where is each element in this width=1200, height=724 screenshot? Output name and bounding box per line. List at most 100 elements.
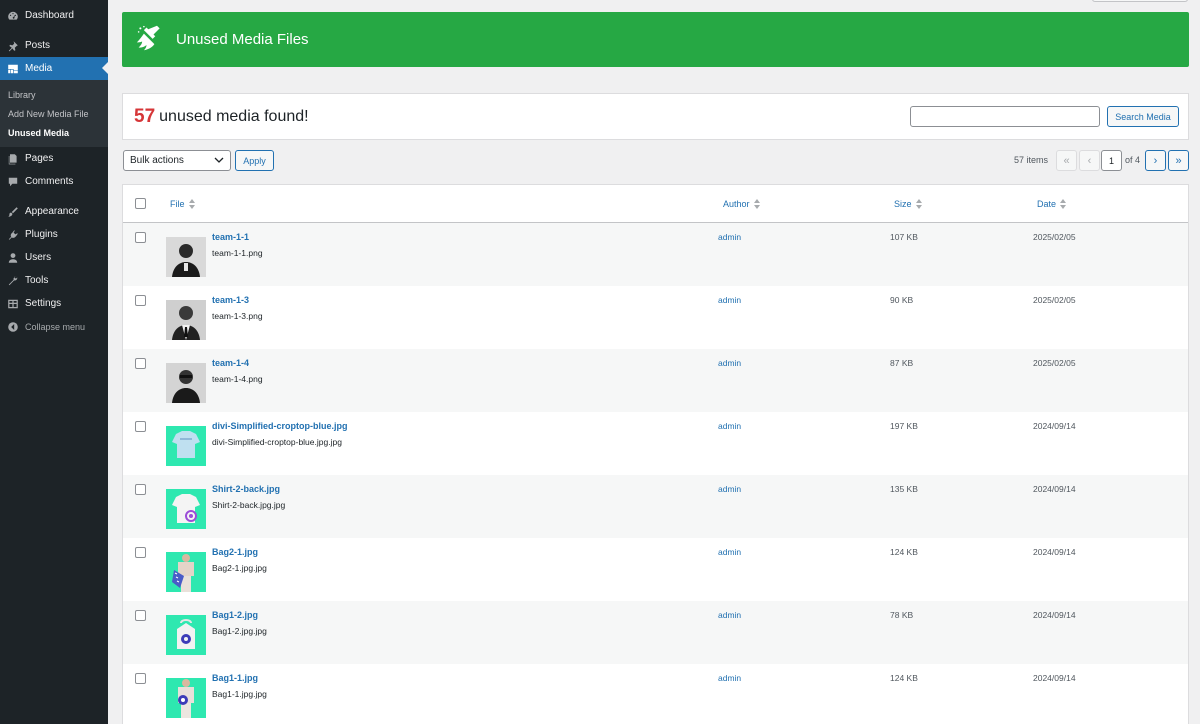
row-checkbox[interactable]	[135, 232, 146, 243]
author-link[interactable]: admin	[718, 610, 741, 620]
column-author[interactable]: Author	[723, 199, 760, 209]
file-date: 2024/09/14	[1033, 421, 1076, 431]
sidebar-item-label: Appearance	[25, 206, 79, 217]
row-checkbox[interactable]	[135, 547, 146, 558]
file-date: 2024/09/14	[1033, 484, 1076, 494]
author-link[interactable]: admin	[718, 484, 741, 494]
row-checkbox[interactable]	[135, 421, 146, 432]
table-row: Bag2-1.jpg Bag2-1.jpg.jpg admin 124 KB 2…	[123, 538, 1188, 601]
submenu-item-library[interactable]: Library	[8, 90, 36, 100]
pin-icon	[6, 39, 20, 53]
thumbnail-croptop[interactable]	[166, 426, 206, 466]
search-media-button[interactable]: Search Media	[1107, 106, 1179, 127]
first-page-button: «	[1056, 150, 1077, 171]
sidebar-item-plugins[interactable]: Plugins	[0, 223, 108, 246]
file-date: 2025/02/05	[1033, 295, 1076, 305]
file-name: team-1-4.png	[212, 374, 263, 384]
author-link[interactable]: admin	[718, 232, 741, 242]
file-date: 2025/02/05	[1033, 232, 1076, 242]
column-file[interactable]: File	[170, 199, 195, 209]
file-size: 87 KB	[890, 358, 914, 368]
next-page-button[interactable]: ›	[1145, 150, 1166, 171]
sidebar-item-pages[interactable]: Pages	[0, 147, 108, 170]
author-link[interactable]: admin	[718, 547, 741, 557]
table-row: Bag1-2.jpg Bag1-2.jpg.jpg admin 78 KB 20…	[123, 601, 1188, 664]
sidebar-item-dashboard[interactable]: Dashboard	[0, 4, 108, 27]
collapse-icon	[6, 320, 20, 334]
file-title-link[interactable]: team-1-1	[212, 232, 249, 242]
row-checkbox[interactable]	[135, 295, 146, 306]
apply-button[interactable]: Apply	[235, 150, 274, 171]
column-date-label: Date	[1037, 199, 1057, 209]
sort-icon	[753, 199, 760, 209]
column-size[interactable]: Size	[894, 199, 922, 209]
author-link[interactable]: admin	[718, 358, 741, 368]
thumbnail-shirt[interactable]	[166, 489, 206, 529]
row-checkbox[interactable]	[135, 610, 146, 621]
file-name: Bag2-1.jpg.jpg	[212, 563, 267, 573]
file-title-link[interactable]: Bag2-1.jpg	[212, 547, 258, 557]
sidebar-item-appearance[interactable]: Appearance	[0, 200, 108, 223]
sort-icon	[1060, 199, 1067, 209]
table-row: Shirt-2-back.jpg Shirt-2-back.jpg.jpg ad…	[123, 475, 1188, 538]
column-author-label: Author	[723, 199, 750, 209]
settings-icon	[6, 297, 20, 311]
sidebar-item-users[interactable]: Users	[0, 246, 108, 269]
pages-icon	[6, 152, 20, 166]
screen-options-tab[interactable]	[1092, 0, 1188, 2]
file-title-link[interactable]: Bag1-1.jpg	[212, 673, 258, 683]
author-link[interactable]: admin	[718, 295, 741, 305]
thumbnail-bag[interactable]	[166, 678, 206, 718]
row-checkbox[interactable]	[135, 484, 146, 495]
sidebar-item-comments[interactable]: Comments	[0, 170, 108, 193]
thumbnail-portrait[interactable]	[166, 363, 206, 403]
file-date: 2024/09/14	[1033, 673, 1076, 683]
file-title-link[interactable]: team-1-4	[212, 358, 249, 368]
thumbnail-portrait[interactable]	[166, 237, 206, 277]
row-checkbox[interactable]	[135, 358, 146, 369]
sidebar-item-label: Users	[25, 252, 52, 263]
thumbnail-bag[interactable]	[166, 552, 206, 592]
sidebar-item-label: Media	[25, 63, 53, 74]
submenu-item-add-new[interactable]: Add New Media File	[8, 109, 89, 119]
select-all-checkbox[interactable]	[135, 198, 146, 209]
file-date: 2024/09/14	[1033, 547, 1076, 557]
sidebar-item-tools[interactable]: Tools	[0, 269, 108, 292]
column-size-label: Size	[894, 199, 912, 209]
sidebar-item-settings[interactable]: Settings	[0, 292, 108, 315]
author-link[interactable]: admin	[718, 421, 741, 431]
brush-icon	[6, 205, 20, 219]
sidebar-item-label: Posts	[25, 40, 51, 51]
chevron-down-icon	[214, 157, 224, 163]
submenu-item-unused-media[interactable]: Unused Media	[8, 128, 69, 138]
sidebar-item-label: Tools	[25, 275, 49, 286]
thumbnail-portrait[interactable]	[166, 300, 206, 340]
wrench-icon	[6, 274, 20, 288]
last-page-button[interactable]: »	[1168, 150, 1189, 171]
dashboard-icon	[6, 9, 20, 23]
file-title-link[interactable]: Shirt-2-back.jpg	[212, 484, 280, 494]
file-title-link[interactable]: team-1-3	[212, 295, 249, 305]
thumbnail-bag[interactable]	[166, 615, 206, 655]
file-date: 2025/02/05	[1033, 358, 1076, 368]
search-input[interactable]	[910, 106, 1100, 127]
table-row: Bag1-1.jpg Bag1-1.jpg.jpg admin 124 KB 2…	[123, 664, 1188, 724]
file-size: 90 KB	[890, 295, 914, 305]
file-name: team-1-1.png	[212, 248, 263, 258]
file-title-link[interactable]: divi-Simplified-croptop-blue.jpg	[212, 421, 348, 431]
sidebar-item-posts[interactable]: Posts	[0, 34, 108, 57]
table-row: team-1-1 team-1-1.png admin 107 KB 2025/…	[123, 223, 1188, 286]
sidebar-item-media[interactable]: Media	[0, 57, 108, 80]
file-date: 2024/09/14	[1033, 610, 1076, 620]
column-date[interactable]: Date	[1037, 199, 1067, 209]
row-checkbox[interactable]	[135, 673, 146, 684]
author-link[interactable]: admin	[718, 673, 741, 683]
sidebar-item-label: Plugins	[25, 229, 58, 240]
sidebar-item-label: Dashboard	[25, 10, 74, 21]
collapse-menu-button[interactable]: Collapse menu	[0, 315, 108, 338]
bulk-actions-select[interactable]: Bulk actions	[123, 150, 231, 171]
sidebar-item-label: Settings	[25, 298, 62, 309]
file-name: Bag1-2.jpg.jpg	[212, 626, 267, 636]
current-page-input[interactable]: 1	[1101, 150, 1122, 171]
file-title-link[interactable]: Bag1-2.jpg	[212, 610, 258, 620]
